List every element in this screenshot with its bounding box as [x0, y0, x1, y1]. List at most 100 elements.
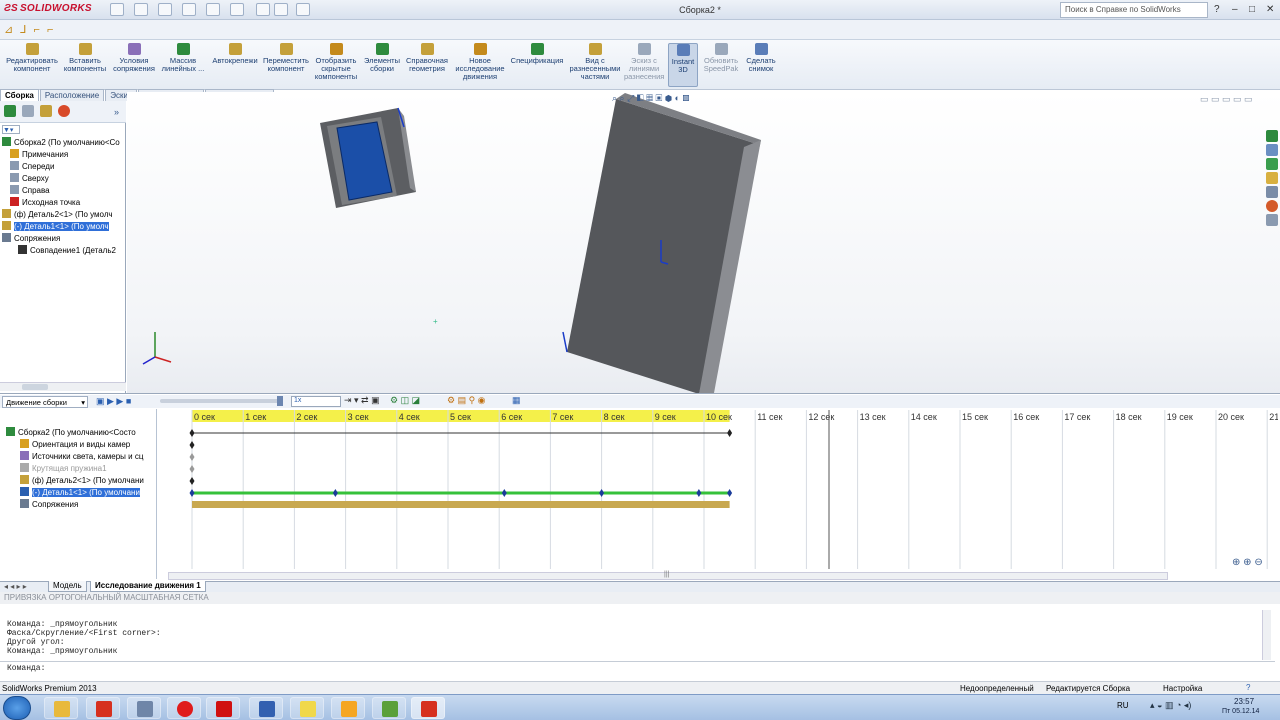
ribbon-button-11[interactable]: Вид с разнесенными частями: [568, 43, 622, 83]
configuration-manager-icon[interactable]: [40, 105, 52, 117]
help-icon[interactable]: ?: [1246, 683, 1250, 692]
expand-icon[interactable]: »: [114, 107, 119, 117]
command-input[interactable]: [0, 661, 1275, 674]
timeline[interactable]: 0 сек 1 сек 2 сек 3 сек 4 сек 5 сек 6 сек 7 сек…: [158, 409, 1278, 579]
taskbar-app[interactable]: [372, 697, 406, 719]
motion-tree-item[interactable]: (-) Деталь1<1> (По умолчани: [6, 487, 157, 499]
sketch-tools-icon[interactable]: ⊿ ⅃ ⌐ ⌐: [4, 23, 64, 37]
ribbon-button-9[interactable]: Новое исследование движения: [454, 43, 506, 83]
view-palette-icon[interactable]: [1266, 186, 1278, 198]
maximize-icon[interactable]: □: [1249, 4, 1255, 15]
motor-spring-icons[interactable]: ⚙ ▤ ⚲ ◉: [447, 395, 486, 406]
tree-item[interactable]: Совпадение1 (Деталь2: [0, 245, 126, 257]
taskbar-yandex[interactable]: [206, 697, 240, 719]
tree-item[interactable]: Примечания: [0, 149, 126, 161]
ribbon-button-7[interactable]: Элементы сборки: [362, 43, 402, 83]
tab-model[interactable]: Модель: [48, 581, 87, 592]
ribbon-button-12[interactable]: Эскиз с линиями разнесения: [624, 43, 664, 83]
minimize-icon[interactable]: –: [1232, 4, 1238, 15]
language-indicator[interactable]: RU: [1117, 701, 1129, 710]
display-manager-icon[interactable]: [58, 105, 70, 117]
playback-speed-select[interactable]: 1x: [291, 396, 341, 407]
scroll-thumb[interactable]: [22, 384, 48, 390]
clock-time[interactable]: 23:57: [1234, 697, 1254, 706]
tree-item[interactable]: Сборка2 (По умолчанию<Со: [0, 137, 126, 149]
ribbon-button-4[interactable]: Автокрепежи: [210, 43, 260, 83]
scroll-grip[interactable]: |||: [664, 571, 669, 578]
feature-manager-icon[interactable]: [4, 105, 16, 117]
design-library-icon[interactable]: [1266, 144, 1278, 156]
ribbon-button-1[interactable]: Вставить компоненты: [62, 43, 108, 83]
taskbar-app[interactable]: [86, 697, 120, 719]
file-properties-icon[interactable]: [274, 3, 288, 16]
folder-icon[interactable]: [1266, 172, 1278, 184]
motion-tree-item[interactable]: Ориентация и виды камер: [6, 439, 157, 451]
motion-tree-item[interactable]: (ф) Деталь2<1> (По умолчани: [6, 475, 157, 487]
custom-properties-icon[interactable]: [1266, 214, 1278, 226]
ribbon-button-6[interactable]: Отобразить скрытые компоненты: [312, 43, 360, 83]
tree-item[interactable]: Справа: [0, 185, 126, 197]
taskbar-explorer[interactable]: [44, 697, 78, 719]
results-plot-icon[interactable]: ▦: [512, 395, 521, 406]
ribbon-button-2[interactable]: Условия сопряжения: [112, 43, 156, 83]
autokey-icon[interactable]: ⚙ ◫ ◪: [390, 395, 420, 406]
tree-item[interactable]: Спереди: [0, 161, 126, 173]
playback-mode-icon[interactable]: ⇥ ▾ ⇄ ▣: [344, 395, 380, 406]
ribbon-button-14[interactable]: Обновить SpeedPak: [702, 43, 740, 83]
appearances-icon[interactable]: [1266, 200, 1278, 212]
ribbon-button-10[interactable]: Спецификация: [510, 43, 564, 83]
ribbon-button-13[interactable]: Instant 3D: [668, 43, 698, 87]
status-custom[interactable]: Настройка: [1163, 684, 1202, 693]
study-type-select[interactable]: Движение сборки ▾: [2, 396, 88, 408]
calculate-icon[interactable]: ▣ ▶ ▶ ■: [96, 396, 131, 407]
view-heads-up-toolbar[interactable]: ⌕ ⌕ ⤢ ◧ ▦ ▣ ⬢ ◐ ▩: [612, 93, 689, 104]
filter-icon[interactable]: ▼▾: [2, 125, 20, 134]
taskbar-app[interactable]: [127, 697, 161, 719]
tree-item[interactable]: (ф) Деталь2<1> (По умолч: [0, 209, 126, 221]
tab-1[interactable]: Расположение: [39, 89, 105, 101]
motion-tree-item[interactable]: Сборка2 (По умолчанию<Состо: [6, 427, 157, 439]
motion-tree-item[interactable]: Сопряжения: [6, 499, 157, 511]
solidworks-logo[interactable]: ƧS SOLIDWORKS: [4, 3, 92, 14]
ribbon-button-8[interactable]: Справочная геометрия: [404, 43, 450, 83]
ribbon-button-5[interactable]: Переместить компонент: [262, 43, 310, 83]
help-icon[interactable]: ?: [1214, 4, 1220, 15]
new-document-icon[interactable]: [110, 3, 124, 16]
tree-item[interactable]: Сопряжения: [0, 233, 126, 245]
ribbon-button-3[interactable]: Массив линейных ...: [160, 43, 206, 83]
start-button[interactable]: [3, 696, 31, 720]
property-manager-icon[interactable]: [22, 105, 34, 117]
help-search-input[interactable]: Поиск в Справке по SolidWorks: [1060, 2, 1208, 18]
tree-item[interactable]: Исходная точка: [0, 197, 126, 209]
save-icon[interactable]: [158, 3, 172, 16]
taskbar-solidworks[interactable]: [411, 697, 445, 719]
horizontal-scrollbar[interactable]: [0, 382, 126, 391]
slider-handle[interactable]: [277, 396, 283, 406]
open-icon[interactable]: [134, 3, 148, 16]
undo-icon[interactable]: [206, 3, 220, 16]
graphics-area[interactable]: +: [127, 92, 1280, 393]
motion-tree-item[interactable]: Крутящая пружина1: [6, 463, 157, 475]
command-scrollbar[interactable]: [1262, 610, 1271, 660]
ribbon-button-15[interactable]: Сделать снимок: [744, 43, 778, 83]
tab-0[interactable]: Сборка: [0, 89, 39, 101]
tree-item[interactable]: Сверху: [0, 173, 126, 185]
file-explorer-icon[interactable]: [1266, 158, 1278, 170]
tray-icons[interactable]: ▴ ◒ ▥ ◔ ◂): [1150, 700, 1191, 711]
part1-plate[interactable]: [562, 93, 761, 393]
playback-slider[interactable]: [160, 399, 280, 403]
print-icon[interactable]: [182, 3, 196, 16]
taskbar-app[interactable]: [331, 697, 365, 719]
tab-motion-study-1[interactable]: Исследование движения 1: [90, 581, 206, 592]
motion-tree-item[interactable]: Источники света, камеры и сц: [6, 451, 157, 463]
options-icon[interactable]: [296, 3, 310, 16]
taskbar-app[interactable]: [249, 697, 283, 719]
taskbar-opera[interactable]: [167, 697, 201, 719]
part2-plate[interactable]: [320, 108, 416, 208]
clock-date[interactable]: Пт 05.12.14: [1222, 708, 1259, 715]
timeline-zoom-icons[interactable]: ⊕ ⊕ ⊖: [1232, 557, 1263, 568]
ribbon-button-0[interactable]: Редактировать компонент: [2, 43, 62, 83]
viewport-window-buttons[interactable]: ▭ ▭ ▭ ▭ ▭: [1200, 94, 1253, 105]
resources-icon[interactable]: [1266, 130, 1278, 142]
select-icon[interactable]: [230, 3, 244, 16]
